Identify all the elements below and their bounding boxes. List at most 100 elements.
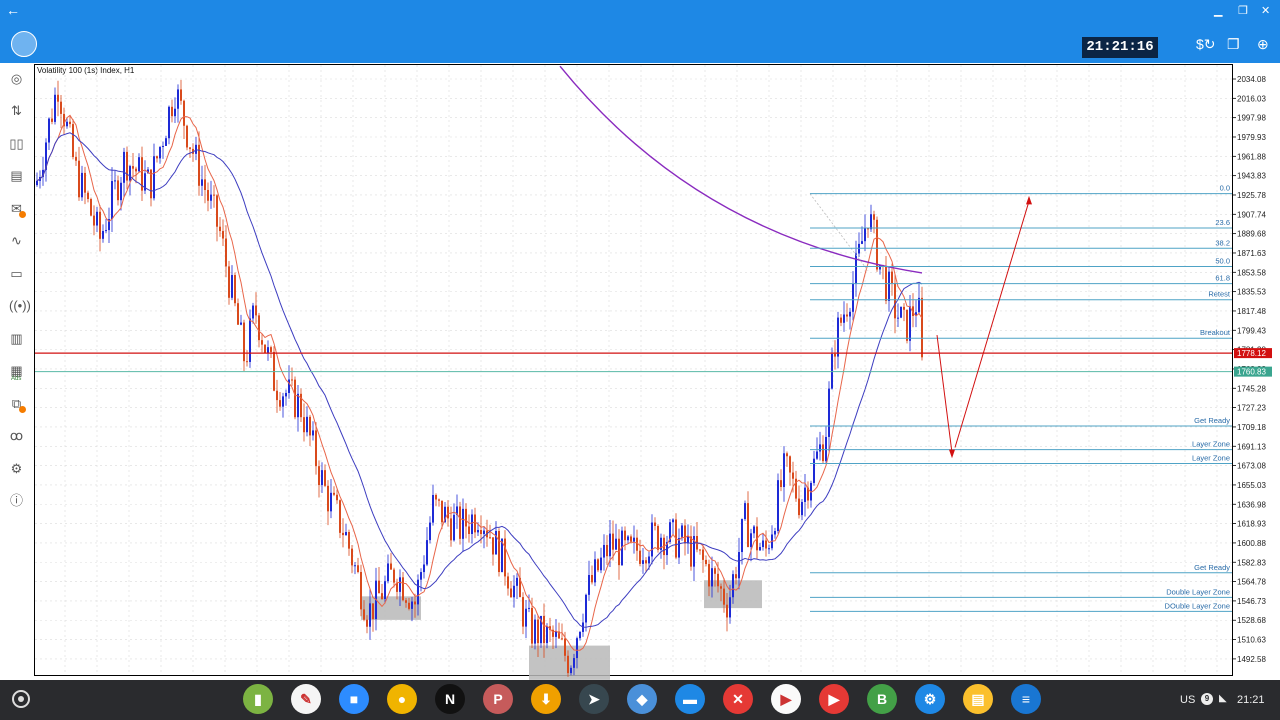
candle-body bbox=[609, 533, 611, 557]
candle-body bbox=[135, 168, 137, 172]
slow-moving-average bbox=[36, 132, 923, 628]
candle-body bbox=[585, 594, 587, 623]
price-axis-label: 1925.78 bbox=[1237, 191, 1266, 200]
candle-body bbox=[99, 211, 101, 239]
candle-body bbox=[294, 379, 296, 418]
files-icon[interactable]: ▬ bbox=[675, 684, 705, 714]
keep-notes-icon[interactable]: ▤ bbox=[963, 684, 993, 714]
play-store-icon[interactable]: ▶ bbox=[771, 684, 801, 714]
candle-body bbox=[270, 347, 272, 352]
candle-body bbox=[360, 572, 362, 610]
candle-body bbox=[789, 456, 791, 473]
candle-body bbox=[777, 480, 779, 532]
price-axis-label: 1727.23 bbox=[1237, 404, 1266, 413]
price-axis-label: 1709.18 bbox=[1237, 423, 1266, 432]
download-icon[interactable]: ⬇ bbox=[531, 684, 561, 714]
zoom-icon[interactable]: ■ bbox=[339, 684, 369, 714]
settings-icon[interactable]: ⚙ bbox=[915, 684, 945, 714]
candle-body bbox=[711, 568, 713, 587]
support-zone bbox=[529, 645, 610, 680]
candle-body bbox=[312, 430, 314, 436]
candle-body bbox=[480, 530, 482, 535]
price-axis-label: 1997.98 bbox=[1237, 114, 1266, 123]
candle-body bbox=[297, 393, 299, 418]
candle-body bbox=[48, 118, 50, 143]
candle-body bbox=[894, 283, 896, 319]
netflix-icon[interactable]: N bbox=[435, 684, 465, 714]
candle-body bbox=[762, 540, 764, 548]
whatsapp-business-icon[interactable]: B bbox=[867, 684, 897, 714]
candle-body bbox=[96, 211, 98, 226]
metatrader-icon[interactable]: ◆ bbox=[627, 684, 657, 714]
tray-clock[interactable]: 21:21 bbox=[1237, 694, 1265, 706]
candle-body bbox=[579, 631, 581, 639]
candle-body bbox=[402, 577, 404, 601]
anydesk-icon[interactable]: ✕ bbox=[723, 684, 753, 714]
candle-body bbox=[507, 576, 509, 589]
level-label: Breakout bbox=[1200, 328, 1231, 337]
price-chart[interactable]: 0.0 23.6 38.2 50.0 61.8 Retest Breakout Get Rea… bbox=[0, 0, 1280, 680]
candle-body bbox=[798, 498, 800, 516]
launcher-icon[interactable] bbox=[12, 690, 30, 708]
level-label: Retest bbox=[1208, 290, 1231, 299]
candle-body bbox=[441, 500, 443, 523]
candle-body bbox=[870, 214, 872, 230]
candle-body bbox=[717, 573, 719, 587]
chrome-icon[interactable]: ● bbox=[387, 684, 417, 714]
price-axis-label: 1636.98 bbox=[1237, 500, 1266, 509]
candle-body bbox=[189, 147, 191, 149]
candle-body bbox=[279, 400, 281, 407]
candle-body bbox=[738, 552, 740, 579]
candle-body bbox=[180, 89, 182, 101]
candle-body bbox=[324, 470, 326, 486]
psiphon-icon[interactable]: P bbox=[483, 684, 513, 714]
candle-body bbox=[900, 306, 902, 318]
notification-count-badge[interactable]: 9 bbox=[1201, 693, 1213, 705]
candle-body bbox=[351, 548, 353, 566]
youtube-music-icon[interactable]: ▶ bbox=[819, 684, 849, 714]
price-axis-label: 1582.83 bbox=[1237, 558, 1266, 567]
candle-body bbox=[261, 340, 263, 345]
candle-body bbox=[327, 485, 329, 512]
candle-body bbox=[75, 157, 77, 161]
candle-body bbox=[243, 322, 245, 362]
candle-body bbox=[201, 179, 203, 186]
price-axis-label: 1673.08 bbox=[1237, 462, 1266, 471]
candle-body bbox=[828, 388, 830, 437]
candle-body bbox=[447, 506, 449, 519]
candle-body bbox=[417, 579, 419, 605]
candle-body bbox=[891, 271, 893, 284]
candle-body bbox=[594, 559, 596, 583]
candle-body bbox=[672, 519, 674, 523]
telegram-icon[interactable]: ➤ bbox=[579, 684, 609, 714]
candle-body bbox=[411, 601, 413, 609]
price-axis-label: 1655.03 bbox=[1237, 481, 1266, 490]
candle-body bbox=[633, 537, 635, 542]
candle-body bbox=[474, 514, 476, 533]
candle-body bbox=[237, 303, 239, 325]
keyboard-language[interactable]: US bbox=[1180, 694, 1195, 706]
candle-body bbox=[57, 94, 59, 102]
candle-body bbox=[225, 238, 227, 267]
candle-body bbox=[816, 451, 818, 459]
candle-body bbox=[483, 530, 485, 535]
messages-icon[interactable]: ≡ bbox=[1011, 684, 1041, 714]
candle-body bbox=[414, 601, 416, 605]
candle-body bbox=[819, 444, 821, 452]
candle-body bbox=[786, 453, 788, 457]
candle-body bbox=[843, 314, 845, 323]
price-axis-label: 1564.78 bbox=[1237, 578, 1266, 587]
candle-body bbox=[654, 522, 656, 526]
scribble-icon[interactable]: ✎ bbox=[291, 684, 321, 714]
wifi-icon[interactable]: ◣ bbox=[1219, 693, 1227, 704]
file-manager-icon[interactable]: ▮ bbox=[243, 684, 273, 714]
candle-body bbox=[465, 508, 467, 527]
candle-body bbox=[588, 574, 590, 595]
candle-body bbox=[735, 574, 737, 579]
candle-body bbox=[228, 266, 230, 298]
price-axis-label: 2016.03 bbox=[1237, 94, 1266, 103]
candle-body bbox=[240, 322, 242, 325]
candle-body bbox=[357, 565, 359, 573]
candle-body bbox=[708, 564, 710, 587]
candle-body bbox=[435, 494, 437, 500]
